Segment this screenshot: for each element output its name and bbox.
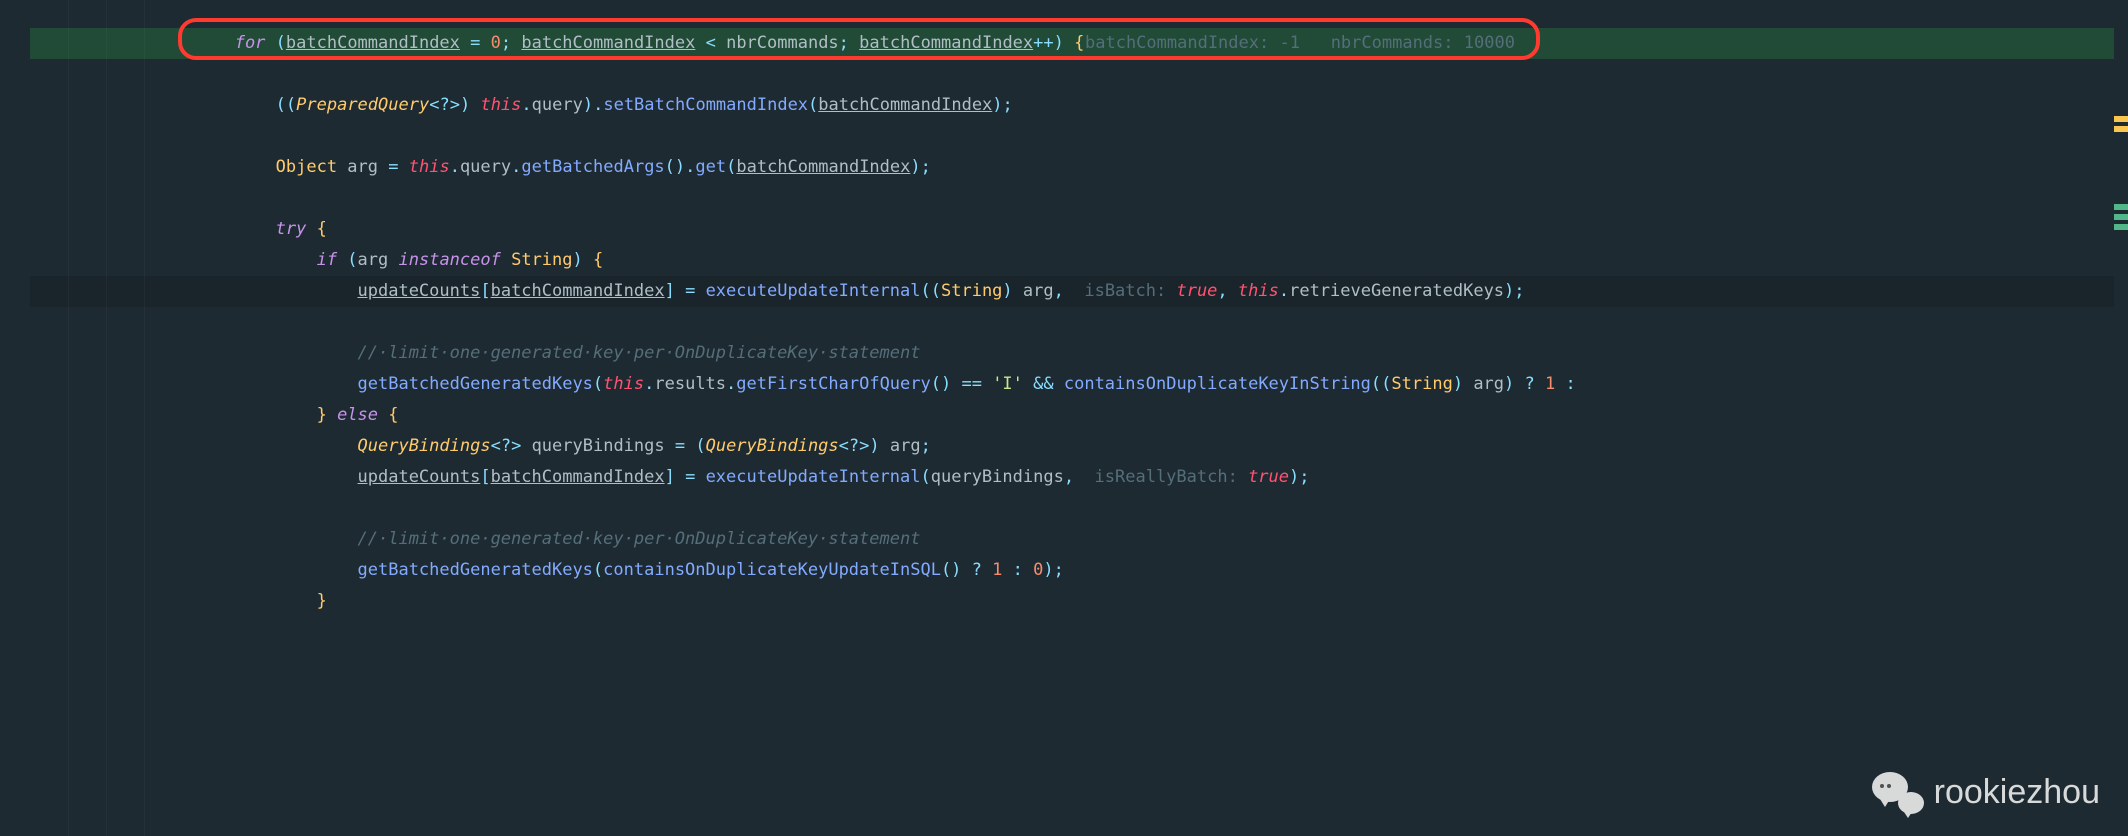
code-line[interactable]: if (arg instanceof String) { (30, 245, 603, 276)
code-line[interactable]: getBatchedGeneratedKeys(containsOnDuplic… (30, 555, 1064, 586)
wechat-icon (1870, 768, 1926, 816)
editor-gutter[interactable] (0, 0, 30, 836)
code-line[interactable]: getBatchedGeneratedKeys(this.results.get… (30, 369, 1576, 400)
debug-inline-values: batchCommandIndex: -1 nbrCommands: 10000 (1085, 28, 1515, 59)
code-line[interactable]: for (batchCommandIndex = 0; batchCommand… (30, 28, 1084, 59)
debug-var1-value: -1 (1279, 33, 1299, 53)
vertical-scrollbar[interactable] (2114, 0, 2128, 836)
code-line[interactable]: Object arg = this.query.getBatchedArgs()… (30, 152, 931, 183)
code-line[interactable]: } else { (30, 400, 399, 431)
code-line[interactable]: try { (30, 214, 327, 245)
code-line[interactable]: } (30, 586, 327, 617)
debug-var2-label: nbrCommands: (1331, 33, 1454, 53)
code-line[interactable]: updateCounts[batchCommandIndex] = execut… (30, 276, 1525, 307)
code-line[interactable]: //·limit·one·generated·key·per·OnDuplica… (30, 524, 920, 555)
code-line[interactable]: QueryBindings<?> queryBindings = (QueryB… (30, 431, 931, 462)
watermark-text: rookiezhou (1934, 777, 2100, 808)
watermark: rookiezhou (1870, 768, 2100, 816)
debug-var2-value: 10000 (1464, 33, 1515, 53)
code-editor[interactable]: for (batchCommandIndex = 0; batchCommand… (0, 0, 2128, 836)
code-line[interactable]: //·limit·one·generated·key·per·OnDuplica… (30, 338, 920, 369)
debug-var1-label: batchCommandIndex: (1085, 33, 1269, 53)
code-line[interactable]: updateCounts[batchCommandIndex] = execut… (30, 462, 1310, 493)
code-line[interactable]: ((PreparedQuery<?>) this.query).setBatch… (30, 90, 1013, 121)
